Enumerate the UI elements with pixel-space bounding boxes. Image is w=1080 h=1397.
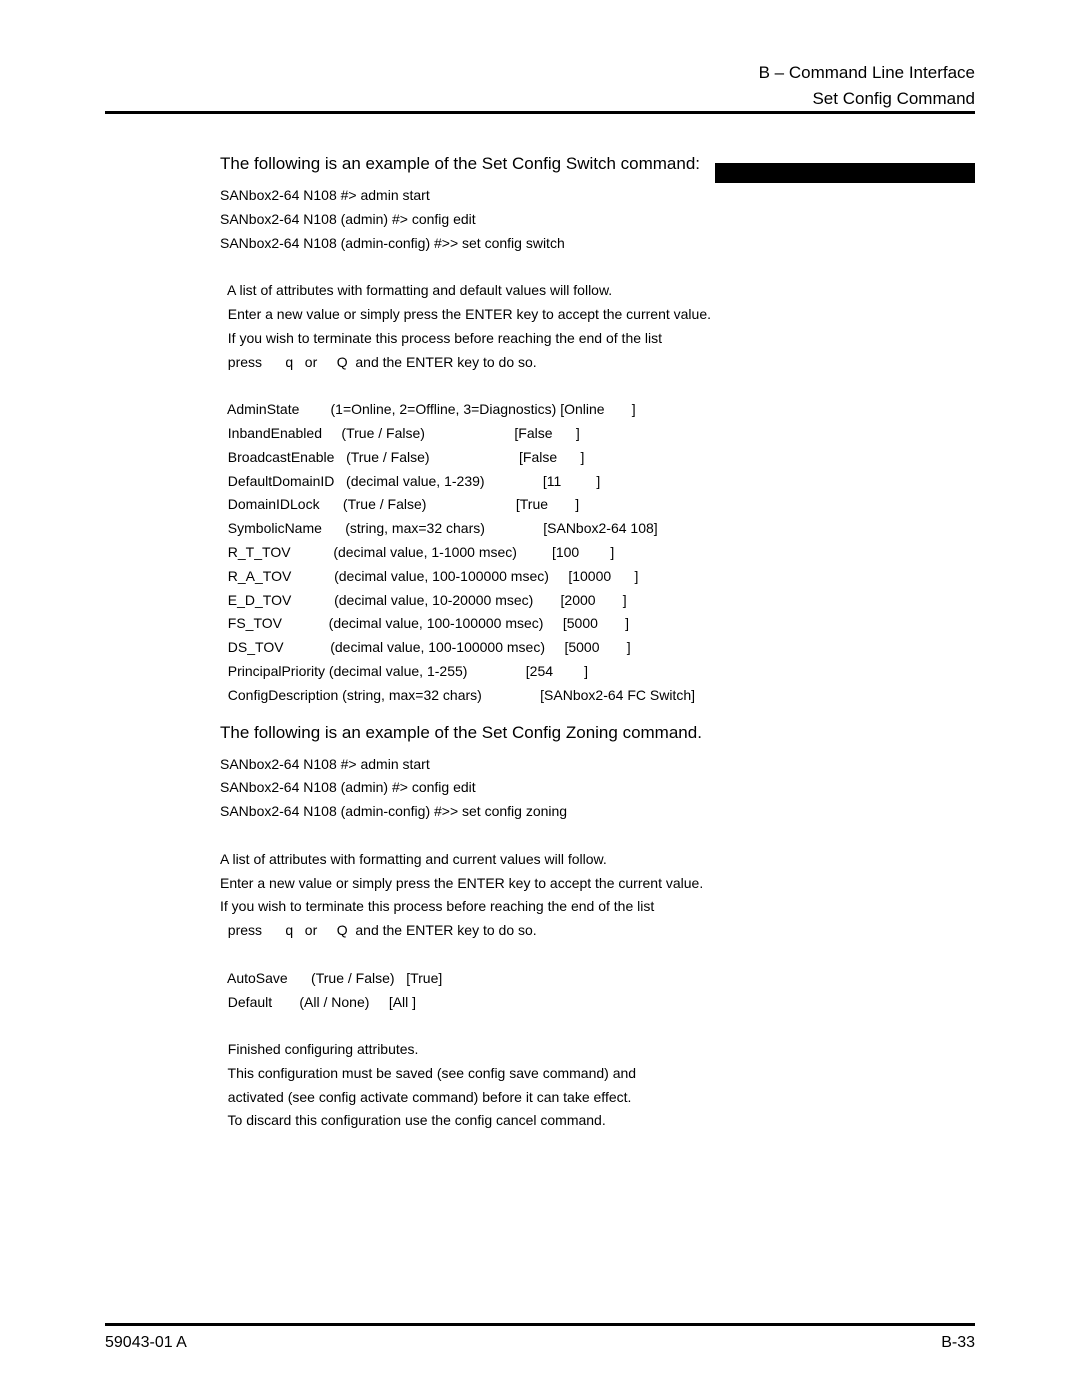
header-black-box [715, 163, 975, 183]
terminal-output-zoning: SANbox2-64 N108 #> admin start SANbox2-6… [220, 753, 975, 1134]
terminal-output-switch: SANbox2-64 N108 #> admin start SANbox2-6… [220, 184, 975, 708]
intro-text-zoning: The following is an example of the Set C… [220, 723, 975, 743]
header-line-2: Set Config Command [105, 86, 975, 112]
footer-rule [105, 1323, 975, 1326]
header-rule [105, 111, 975, 114]
footer-page-number: B-33 [941, 1334, 975, 1352]
footer-doc-id: 59043-01 A [105, 1334, 187, 1352]
header-line-1: B – Command Line Interface [105, 60, 975, 86]
